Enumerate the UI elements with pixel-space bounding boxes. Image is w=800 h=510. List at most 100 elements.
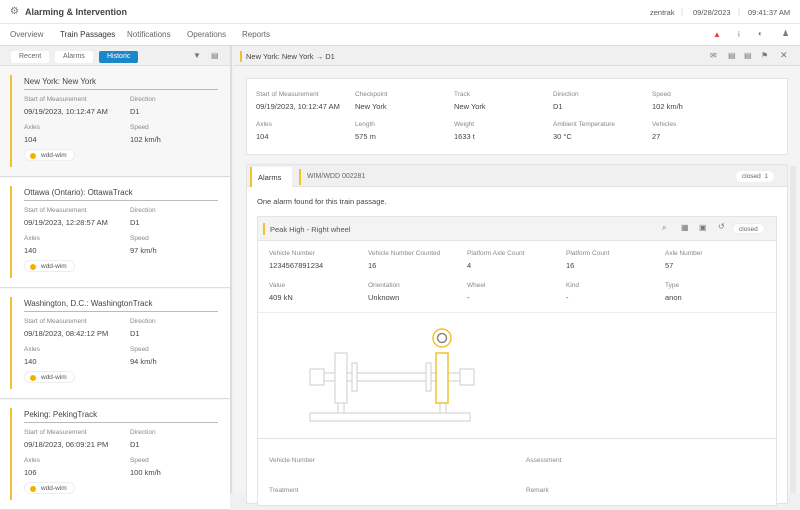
- passage-card[interactable]: New York: New York Start of Measurement …: [0, 67, 230, 177]
- filter-historic[interactable]: Historic: [99, 51, 139, 63]
- label-start: Start of Measurement: [24, 429, 87, 436]
- filter-alarms[interactable]: Alarms: [55, 51, 93, 63]
- filter-icon[interactable]: ▼: [193, 51, 201, 60]
- app-logo-icon: ⚙: [10, 6, 19, 17]
- value-axles: 140: [24, 357, 37, 366]
- label-speed: Speed: [130, 235, 149, 242]
- filter-recent[interactable]: Recent: [11, 51, 50, 63]
- highlight-bar: [10, 186, 12, 278]
- label-speed: Speed: [130, 457, 149, 464]
- wagon-icon[interactable]: ▣: [699, 223, 707, 232]
- badge-label: closed: [742, 173, 761, 180]
- passage-title: Washington, D.C.: WashingtonTrack: [24, 299, 218, 312]
- summary-field-label: Ambient Temperature: [553, 121, 616, 128]
- user-icon[interactable]: ♟: [782, 29, 789, 38]
- train-icon[interactable]: ▦: [681, 223, 689, 232]
- alarm-field-value: 4: [467, 261, 472, 270]
- alarm-field-value: 1234567891234: [269, 261, 324, 270]
- alarm-field-value: 16: [566, 261, 575, 270]
- sensor-tag: wdd-wim: [24, 371, 75, 383]
- highlight-bar: [240, 51, 242, 62]
- alert-bell-icon[interactable]: ▲: [713, 30, 721, 39]
- value-speed: 94 km/h: [130, 357, 157, 366]
- info-icon[interactable]: i: [738, 30, 740, 39]
- alarm-field-label: Orientation: [368, 282, 400, 289]
- document-icon[interactable]: ▤: [728, 51, 736, 60]
- summary-field-value: D1: [553, 102, 563, 111]
- divider: |: [681, 7, 684, 16]
- detail-toolbar: New York: New York → D1 ✉ ▤ ▤ ⚑ ✕: [234, 46, 800, 66]
- passage-title: New York: New York: [24, 77, 218, 90]
- label-speed: Speed: [130, 346, 149, 353]
- mail-icon[interactable]: ✉: [710, 51, 717, 60]
- tab-alarms[interactable]: Alarms: [250, 167, 292, 187]
- nav-overview[interactable]: Overview: [10, 30, 43, 39]
- value-direction: D1: [130, 107, 140, 116]
- label-direction: Direction: [130, 318, 156, 325]
- summary-field-value: 575 m: [355, 132, 376, 141]
- alarm-field-value: 16: [368, 261, 377, 270]
- label-speed: Speed: [130, 124, 149, 131]
- alarm-field-value: -: [467, 293, 470, 302]
- alarm-field-label: Wheel: [467, 282, 486, 289]
- label-direction: Direction: [130, 207, 156, 214]
- label-start: Start of Measurement: [24, 207, 87, 214]
- alarm-field-value: anon: [665, 293, 682, 302]
- flag-icon[interactable]: ⚑: [761, 51, 768, 60]
- close-icon[interactable]: ✕: [780, 50, 788, 61]
- label-axles: Axles: [24, 124, 40, 131]
- user-name[interactable]: zentrak: [650, 8, 675, 17]
- nav-train-passages[interactable]: Train Passages: [60, 30, 115, 48]
- value-start: 09/19/2023, 10:12:47 AM: [24, 107, 108, 116]
- search-icon[interactable]: ⌕: [662, 223, 666, 233]
- summary-field-label: Start of Measurement: [256, 91, 319, 98]
- tab-bar: Alarms WIM/WDD 002281 closed 1: [247, 165, 787, 187]
- summary-field-value: 104: [256, 132, 269, 141]
- closed-count-badge: closed 1: [736, 171, 775, 182]
- summary-panel: Start of Measurement 09/19/2023, 10:12:47…: [246, 78, 788, 155]
- passage-card[interactable]: Washington, D.C.: WashingtonTrack Start …: [0, 289, 230, 399]
- nav-reports[interactable]: Reports: [242, 30, 270, 39]
- main-nav: Overview Train Passages Notifications Op…: [0, 24, 800, 48]
- alarm-field-label: Vehicle Number: [269, 250, 315, 257]
- tab-wim-wdd[interactable]: WIM/WDD 002281: [299, 169, 365, 185]
- alarm-field-label: Value: [269, 282, 286, 289]
- label-axles: Axles: [24, 235, 40, 242]
- value-speed: 102 km/h: [130, 135, 161, 144]
- summary-field-label: Axles: [256, 121, 272, 128]
- summary-field-value: 27: [652, 132, 661, 141]
- value-start: 09/18/2023, 08:42:12 PM: [24, 329, 109, 338]
- alarm-field-label: Platform Count: [566, 250, 610, 257]
- alarm-status-badge: closed: [732, 223, 765, 234]
- export-icon[interactable]: ▤: [211, 51, 219, 60]
- passage-card[interactable]: Ottawa (Ontario): OttawaTrack Start of M…: [0, 178, 230, 288]
- reset-icon[interactable]: ↺: [718, 222, 725, 231]
- summary-field-label: Weight: [454, 121, 475, 128]
- alarm-header: Peak High - Right wheel ⌕ ▦ ▣ ↺ closed: [258, 217, 776, 241]
- summary-field-label: Speed: [652, 91, 671, 98]
- summary-field-value: New York: [355, 102, 387, 111]
- tab-label: WIM/WDD 002281: [307, 173, 366, 180]
- summary-field-value: 30 °C: [553, 132, 572, 141]
- summary-field-label: Length: [355, 121, 375, 128]
- theme-toggle-icon[interactable]: ◐: [758, 29, 763, 38]
- value-speed: 100 km/h: [130, 468, 161, 477]
- nav-operations[interactable]: Operations: [187, 30, 226, 39]
- summary-field-value: 09/19/2023, 10:12:47 AM: [256, 102, 340, 111]
- highlight-bar: [263, 223, 265, 235]
- list-toolbar: Recent Alarms Historic ▼ ▤: [0, 46, 230, 66]
- alarm-field-value: Unknown: [368, 293, 400, 302]
- pdf-icon[interactable]: ▤: [744, 51, 752, 60]
- value-axles: 140: [24, 246, 37, 255]
- scrollbar[interactable]: [790, 166, 796, 493]
- value-direction: D1: [130, 440, 140, 449]
- train-passages-list: Recent Alarms Historic ▼ ▤ New York: New…: [0, 46, 232, 510]
- nav-notifications[interactable]: Notifications: [127, 30, 171, 39]
- passage-card[interactable]: Peking: PekingTrack Start of Measurement…: [0, 400, 230, 510]
- app-title: Alarming & Intervention: [25, 7, 128, 17]
- highlight-bar: [10, 297, 12, 389]
- tab-label: Alarms: [258, 173, 282, 182]
- alarm-field-label: Axle Number: [665, 250, 703, 257]
- alarm-title: Peak High - Right wheel: [270, 225, 351, 234]
- current-date: 09/28/2023: [693, 8, 731, 17]
